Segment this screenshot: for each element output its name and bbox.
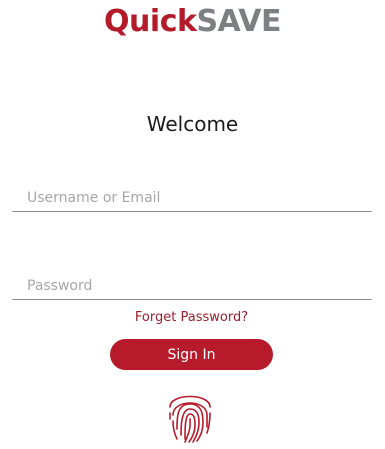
app-logo: QuickSAVE bbox=[0, 4, 385, 40]
password-field-container bbox=[12, 269, 372, 300]
username-field-container bbox=[12, 181, 372, 212]
fingerprint-icon[interactable] bbox=[164, 385, 216, 445]
forgot-password-link[interactable]: Forget Password? bbox=[0, 309, 383, 327]
welcome-heading: Welcome bbox=[146, 112, 239, 136]
username-input[interactable] bbox=[12, 187, 372, 209]
logo-text-save: SAVE bbox=[196, 4, 281, 39]
password-input[interactable] bbox=[12, 275, 372, 297]
logo-text-quick: Quick bbox=[104, 4, 197, 39]
sign-in-button[interactable]: Sign In bbox=[110, 339, 273, 370]
